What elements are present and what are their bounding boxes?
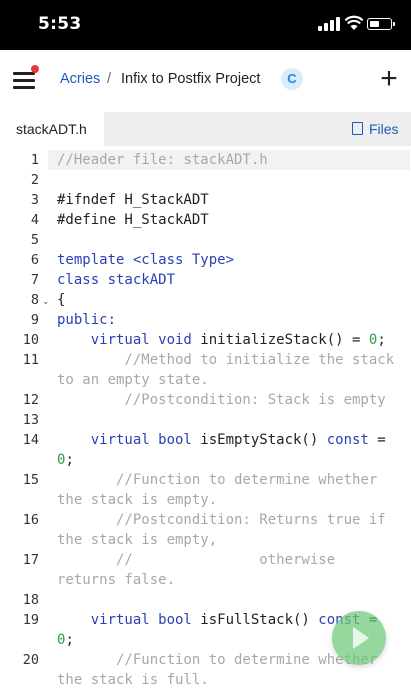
line-number: 13 — [22, 412, 39, 428]
code-line: //Function to determine whether — [57, 472, 378, 488]
line-number: 9 — [30, 312, 39, 328]
hamburger-menu-icon[interactable] — [13, 65, 39, 91]
add-button[interactable]: + — [376, 62, 402, 96]
code-line: { — [57, 292, 66, 308]
battery-icon — [367, 18, 395, 30]
line-number: 17 — [22, 552, 39, 568]
app-header: Acries / Infix to Postfix Project C + — [0, 50, 411, 110]
line-number: 8 — [30, 292, 39, 308]
file-tab-bar: stackADT.h Files — [0, 112, 411, 146]
code-token-keyword: virtual void — [57, 332, 192, 348]
code-token-keyword: const — [326, 432, 369, 448]
code-line: public: — [57, 312, 117, 328]
code-token-keyword: virtual bool — [57, 612, 192, 628]
line-number: 12 — [22, 392, 39, 408]
line-number: 10 — [22, 332, 39, 348]
status-bar: 5:53 — [0, 0, 411, 50]
line-number: 16 — [22, 512, 39, 528]
code-line: // otherwise — [57, 552, 336, 568]
file-tab[interactable]: stackADT.h — [0, 112, 104, 146]
code-token: ; — [377, 332, 386, 348]
code-line: //Method to initialize the stack — [57, 352, 395, 368]
line-number: 3 — [30, 192, 39, 208]
line-number: 11 — [22, 352, 39, 368]
breadcrumb-current: Infix to Postfix Project — [121, 71, 261, 87]
line-number: 1 — [30, 152, 39, 168]
code-token: = — [368, 432, 386, 448]
line-number: 7 — [30, 272, 39, 288]
run-button[interactable] — [332, 611, 386, 665]
code-token: ; — [65, 452, 74, 468]
code-line: 0; — [57, 630, 74, 650]
line-number: 5 — [30, 232, 39, 248]
code-token: ; — [65, 632, 74, 648]
line-number: 6 — [30, 252, 39, 268]
file-tab-label: stackADT.h — [16, 121, 87, 137]
code-line: //Function to determine whether — [57, 652, 378, 668]
line-number: 14 — [22, 432, 39, 448]
code-line: #ifndef H_StackADT — [57, 192, 209, 208]
status-time: 5:53 — [38, 14, 82, 34]
code-line: the stack is empty, — [57, 532, 218, 548]
cellular-signal-icon — [318, 17, 340, 31]
code-token: initializeStack() = — [191, 332, 369, 348]
line-number: 2 — [30, 172, 39, 188]
code-line: //Postcondition: Stack is empty — [57, 392, 386, 408]
line-number: 18 — [22, 592, 39, 608]
code-line: //Postcondition: Returns true if — [57, 512, 386, 528]
code-line: #define H_StackADT — [57, 212, 209, 228]
code-line: virtual bool isFullStack() const = — [57, 610, 378, 630]
code-line: the stack is full. — [57, 672, 209, 688]
code-line: the stack is empty. — [57, 492, 218, 508]
code-line: virtual void initializeStack() = 0; — [57, 330, 386, 350]
notification-dot — [31, 65, 39, 73]
code-line: virtual bool isEmptyStack() const = — [57, 430, 386, 450]
files-button-label: Files — [369, 121, 399, 137]
language-badge: C — [281, 68, 303, 90]
code-line: to an empty state. — [57, 372, 209, 388]
play-icon — [353, 627, 369, 649]
code-line: 0; — [57, 450, 74, 470]
breadcrumb-separator: / — [107, 71, 112, 87]
code-line: returns false. — [57, 572, 176, 588]
breadcrumb-root-link[interactable]: Acries — [60, 71, 100, 87]
code-line: template <class Type> — [57, 252, 235, 268]
fold-chevron-down-icon[interactable]: ⌄ — [42, 291, 50, 311]
document-icon — [352, 122, 363, 135]
line-number: 15 — [22, 472, 39, 488]
code-line: class stackADT — [57, 272, 176, 288]
line-number: 19 — [22, 612, 39, 628]
line-number: 4 — [30, 212, 39, 228]
code-token-keyword: virtual bool — [57, 432, 192, 448]
code-token: isFullStack() — [191, 612, 319, 628]
wifi-icon — [345, 15, 363, 30]
code-token: isEmptyStack() — [191, 432, 327, 448]
line-number: 20 — [22, 652, 39, 668]
code-line: //Header file: stackADT.h — [57, 152, 268, 168]
